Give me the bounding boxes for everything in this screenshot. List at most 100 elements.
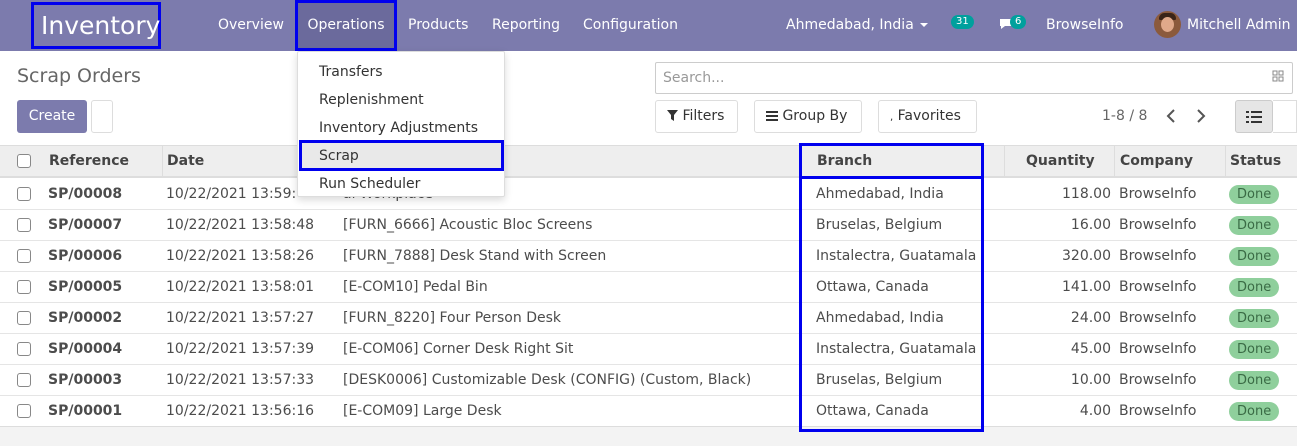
row-checkbox[interactable]: [17, 280, 31, 294]
table-row[interactable]: SP/00001 10/22/2021 13:56:16 [E-COM09] Lar…: [0, 396, 1297, 427]
date-cell: 10/22/2021 13:58:48: [166, 217, 315, 233]
list-view-button[interactable]: [1235, 100, 1273, 133]
upload-button[interactable]: [91, 100, 113, 133]
column-date[interactable]: Date: [167, 146, 204, 177]
column-status[interactable]: Status: [1230, 146, 1281, 177]
column-company[interactable]: Company: [1120, 146, 1193, 177]
reference-cell: SP/00001: [48, 403, 123, 419]
product-cell: [DESK0006] Customizable Desk (CONFIG) (C…: [343, 372, 752, 388]
row-checkbox[interactable]: [17, 187, 31, 201]
row-checkbox[interactable]: [17, 342, 31, 356]
branch-cell: Instalectra, Guatamala: [816, 341, 977, 357]
activity-count-badge: 31: [951, 15, 974, 29]
quantity-cell: 118.00: [1062, 186, 1111, 202]
product-cell: [FURN_7888] Desk Stand with Screen: [343, 248, 607, 264]
reference-cell: SP/00006: [48, 248, 123, 264]
table-row[interactable]: SP/0000810/22/2021 13:59:al WorkplaceAhm…: [0, 179, 1297, 210]
nav-reporting[interactable]: Reporting: [492, 0, 560, 51]
column-quantity[interactable]: Quantity: [1026, 146, 1095, 177]
kanban-view-button[interactable]: [1273, 100, 1297, 133]
table-header: Reference Date Branch Quantity Company S…: [0, 145, 1297, 178]
filters-label: Filters: [682, 108, 725, 124]
page-title: Scrap Orders: [17, 65, 141, 87]
pager-next-icon[interactable]: [1193, 106, 1209, 126]
branch-switcher[interactable]: Ahmedabad, India: [786, 0, 928, 51]
date-cell: 10/22/2021 13:58:01: [166, 279, 315, 295]
column-separator: [1225, 146, 1226, 177]
filter-icon: [667, 110, 678, 121]
company-switcher[interactable]: BrowseInfo: [1046, 0, 1123, 51]
list-view-icon: [1246, 111, 1262, 123]
column-branch[interactable]: Branch: [817, 146, 872, 177]
table-row[interactable]: SP/00002 10/22/2021 13:57:27 [FURN_8220] F…: [0, 303, 1297, 334]
table-footer: [0, 426, 1297, 446]
nav-operations[interactable]: Operations: [295, 0, 397, 51]
nav-overview[interactable]: Overview: [218, 0, 284, 51]
branch-cell: Instalectra, Guatamala: [816, 248, 977, 264]
column-separator: [162, 146, 163, 177]
date-cell: 10/22/2021 13:57:27: [166, 310, 315, 326]
select-all-checkbox[interactable]: [17, 154, 31, 168]
branch-cell: Ahmedabad, India: [816, 310, 944, 326]
row-checkbox[interactable]: [17, 311, 31, 325]
quantity-cell: 45.00: [1070, 341, 1111, 357]
menu-item-scrap[interactable]: Scrap: [319, 148, 359, 164]
branch-cell: Ottawa, Canada: [816, 403, 929, 419]
group-by-label: Group By: [782, 108, 848, 124]
reference-cell: SP/00007: [48, 217, 123, 233]
company-cell: BrowseInfo: [1119, 217, 1197, 233]
quantity-cell: 141.00: [1062, 279, 1111, 295]
create-button[interactable]: Create: [17, 100, 87, 133]
company-cell: BrowseInfo: [1119, 186, 1197, 202]
product-cell: [E-COM10] Pedal Bin: [343, 279, 488, 295]
quantity-cell: 16.00: [1070, 217, 1111, 233]
facet-grid-icon[interactable]: [1272, 70, 1285, 83]
row-checkbox[interactable]: [17, 218, 31, 232]
status-badge: Done: [1229, 216, 1280, 235]
status-badge: Done: [1229, 371, 1280, 390]
table-row[interactable]: SP/00003 10/22/2021 13:57:33 [DESK0006] Cu…: [0, 365, 1297, 396]
menu-item-transfers[interactable]: Transfers: [319, 64, 383, 80]
table-row[interactable]: SP/00005 10/22/2021 13:58:01 [E-COM10] Ped…: [0, 272, 1297, 303]
user-avatar[interactable]: [1154, 11, 1181, 38]
filters-button[interactable]: Filters: [655, 100, 738, 133]
pager-value[interactable]: 1-8 / 8: [1102, 108, 1147, 124]
branch-cell: Ottawa, Canada: [816, 279, 929, 295]
reference-cell: SP/00002: [48, 310, 123, 326]
row-checkbox[interactable]: [17, 373, 31, 387]
menu-item-run-scheduler[interactable]: Run Scheduler: [319, 176, 420, 192]
product-cell: [FURN_8220] Four Person Desk: [343, 310, 561, 326]
company-cell: BrowseInfo: [1119, 372, 1197, 388]
table-row[interactable]: SP/00006 10/22/2021 13:58:26 [FURN_7888] D…: [0, 241, 1297, 272]
menu-item-inventory-adjustments[interactable]: Inventory Adjustments: [319, 120, 478, 136]
group-by-icon: [766, 111, 778, 121]
branch-header-divider: [799, 176, 984, 179]
nav-configuration[interactable]: Configuration: [583, 0, 678, 51]
row-checkbox[interactable]: [17, 249, 31, 263]
branch-cell: Bruselas, Belgium: [816, 372, 943, 388]
date-cell: 10/22/2021 13:59:: [166, 186, 297, 202]
user-menu[interactable]: Mitchell Admin: [1187, 0, 1291, 51]
search-input[interactable]: Search...: [655, 62, 1293, 94]
operations-dropdown: Transfers Replenishment Inventory Adjust…: [297, 51, 505, 197]
company-cell: BrowseInfo: [1119, 310, 1197, 326]
table-row[interactable]: SP/00007 10/22/2021 13:58:48 [FURN_6666] A…: [0, 210, 1297, 241]
company-cell: BrowseInfo: [1119, 341, 1197, 357]
favorites-button[interactable]: , Favorites: [878, 100, 977, 133]
menu-item-replenishment[interactable]: Replenishment: [319, 92, 424, 108]
company-cell: BrowseInfo: [1119, 279, 1197, 295]
messages-count-badge: 6: [1010, 15, 1027, 29]
group-by-button[interactable]: Group By: [754, 100, 862, 133]
avatar-face: [1161, 17, 1174, 32]
date-cell: 10/22/2021 13:56:16: [166, 403, 315, 419]
column-reference[interactable]: Reference: [49, 146, 129, 177]
pager-previous-icon[interactable]: [1163, 106, 1179, 126]
row-checkbox[interactable]: [17, 404, 31, 418]
date-cell: 10/22/2021 13:57:39: [166, 341, 315, 357]
app-title[interactable]: Inventory: [31, 2, 161, 49]
top-navbar: Inventory Overview Operations Products R…: [0, 0, 1297, 51]
table-row[interactable]: SP/00004 10/22/2021 13:57:39 [E-COM06] Cor…: [0, 334, 1297, 365]
status-badge: Done: [1229, 309, 1280, 328]
nav-products[interactable]: Products: [408, 0, 468, 51]
status-badge: Done: [1229, 278, 1280, 297]
